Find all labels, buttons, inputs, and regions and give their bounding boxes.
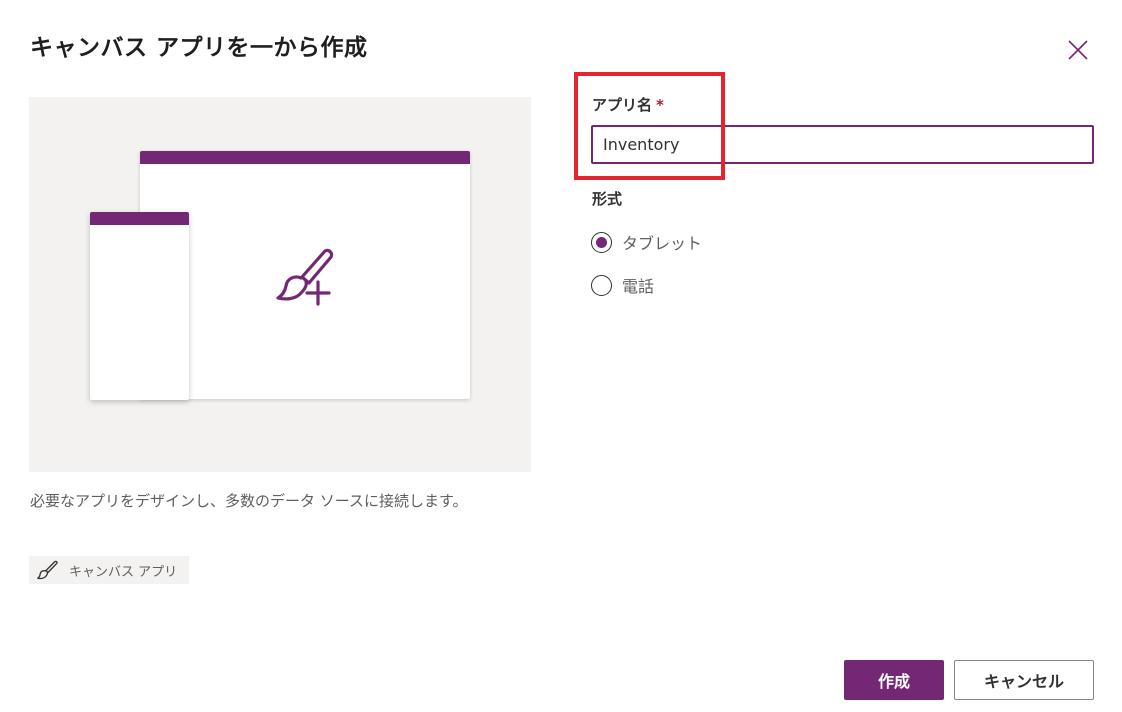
app-preview-illustration [29,97,531,472]
format-option-tablet[interactable]: タブレット [591,230,702,254]
app-name-label: アプリ名 * [592,94,664,115]
paintbrush-add-icon [276,248,334,306]
app-name-label-text: アプリ名 [592,96,653,114]
app-description: 必要なアプリをデザインし、多数のデータ ソースに接続します。 [30,492,468,510]
canvas-app-tag-label: キャンバス アプリ [69,564,178,580]
paintbrush-icon [37,560,58,580]
tablet-radio-button[interactable] [591,231,612,253]
phone-window-header-bar [90,212,189,225]
format-option-phone[interactable]: 電話 [591,273,654,297]
cancel-button[interactable]: キャンセル [954,660,1094,700]
format-label: 形式 [592,190,623,208]
tablet-window-header-bar [140,151,470,164]
phone-option-label: 電話 [622,277,655,296]
close-icon [1068,40,1088,60]
dialog-title: キャンバス アプリを一から作成 [30,35,368,61]
create-button[interactable]: 作成 [844,660,944,700]
phone-window-illustration [90,212,189,400]
create-canvas-app-dialog: キャンバス アプリを一から作成 必要なアプリをデザインし、多数のデータ ソースに… [0,0,1122,712]
app-name-input[interactable] [591,125,1094,164]
tablet-option-label: タブレット [622,234,703,253]
canvas-app-tag: キャンバス アプリ [29,556,190,584]
close-button[interactable] [1064,36,1092,64]
phone-radio-button[interactable] [591,274,612,296]
required-asterisk: * [656,96,664,114]
